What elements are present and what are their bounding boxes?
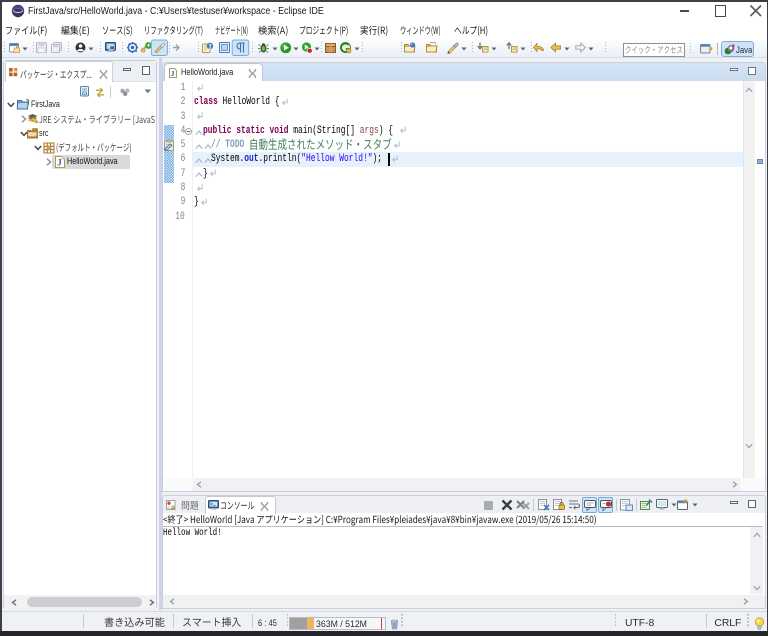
svg-text:J: J: [57, 157, 62, 167]
svg-text:J: J: [171, 69, 175, 78]
